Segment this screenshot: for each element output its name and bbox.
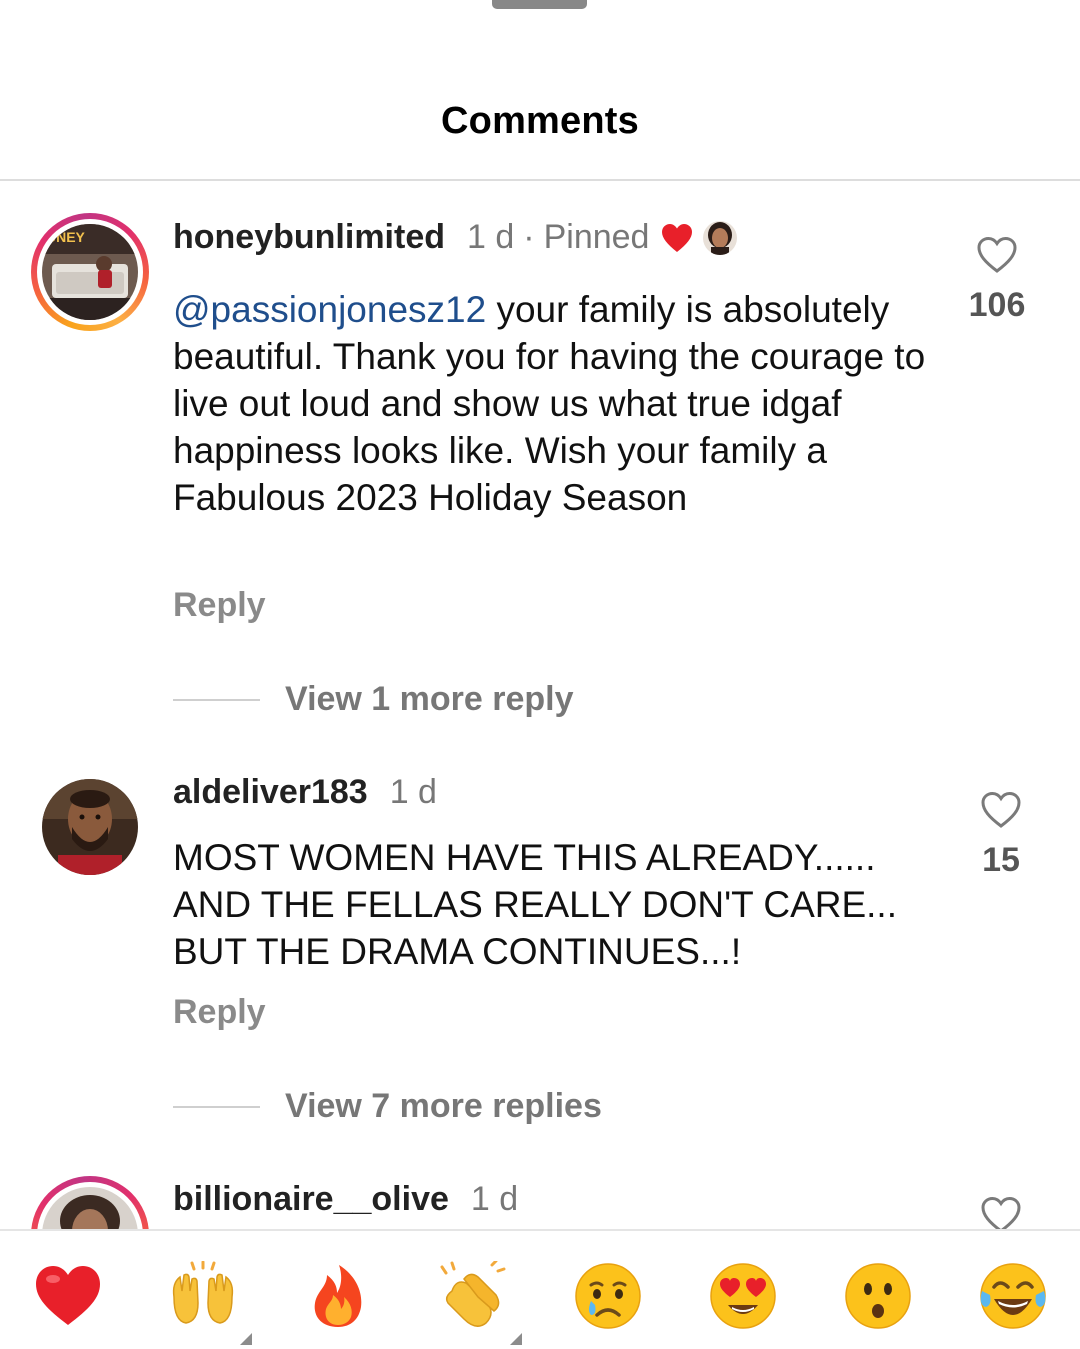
pinned-label: Pinned [543, 218, 650, 256]
comment-time: 1 d [470, 1180, 519, 1218]
comment-meta: honeybunlimited 1 d · Pinned [173, 218, 738, 257]
like-control: 106 [952, 236, 1042, 325]
like-count: 15 [982, 841, 1020, 879]
comment-time: 1 d [467, 218, 515, 256]
comment-meta: aldeliver183 1 d [173, 773, 437, 812]
sheet-title: Comments [441, 100, 639, 142]
comment-username[interactable]: aldeliver183 [173, 773, 368, 812]
drag-handle[interactable] [492, 0, 587, 9]
like-control: 15 [956, 791, 1046, 880]
meta-separator: · [523, 218, 535, 256]
avatar-photo-icon: UNEY [42, 224, 138, 320]
heart-emoji[interactable] [33, 1261, 103, 1331]
replies-line [173, 698, 260, 701]
more-variants-indicator [240, 1333, 252, 1345]
comment-time: 1 d [389, 773, 437, 811]
svg-text:UNEY: UNEY [46, 229, 86, 245]
comment-line: MOST WOMEN HAVE THIS ALREADY...... [173, 837, 876, 878]
creator-avatar [703, 220, 738, 255]
crying-face-emoji[interactable] [573, 1261, 643, 1331]
creator-liked-heart-icon [662, 223, 693, 252]
comment-meta: billionaire__olive 1 d [173, 1180, 518, 1219]
surprised-face-emoji[interactable] [843, 1261, 913, 1331]
comment-username[interactable]: billionaire__olive [173, 1180, 449, 1219]
view-more-label: View 7 more replies [285, 1087, 602, 1125]
avatar-image: UNEY [42, 224, 138, 320]
header-divider [0, 179, 1080, 181]
comment-text: @passionjonesz12 your family is absolute… [173, 286, 933, 521]
comment-line: BUT THE DRAMA CONTINUES...! [173, 931, 742, 972]
comments-sheet: Comments UNEY honeybunlimited 1 d · Pinn… [0, 0, 1080, 1349]
raising-hands-emoji[interactable] [168, 1261, 252, 1345]
tears-of-joy-emoji[interactable] [978, 1261, 1048, 1331]
reply-button[interactable]: Reply [173, 586, 266, 625]
view-more-replies[interactable]: View 7 more replies [173, 1087, 602, 1126]
comment-username[interactable]: honeybunlimited [173, 218, 445, 257]
like-count: 106 [968, 286, 1026, 324]
heart-outline-icon[interactable] [980, 791, 1022, 829]
comment-line: AND THE FELLAS REALLY DON'T CARE... [173, 884, 897, 925]
avatar[interactable] [42, 779, 138, 875]
more-variants-indicator [510, 1333, 522, 1345]
mention-link[interactable]: @passionjonesz12 [173, 289, 486, 330]
fire-emoji[interactable] [303, 1261, 373, 1331]
view-more-label: View 1 more reply [285, 680, 574, 718]
heart-outline-icon[interactable] [976, 236, 1018, 274]
clapping-hands-emoji[interactable] [438, 1261, 522, 1345]
view-more-replies[interactable]: View 1 more reply [173, 680, 574, 719]
avatar-photo-icon [42, 779, 138, 875]
avatar[interactable]: UNEY [31, 213, 149, 331]
heart-eyes-emoji[interactable] [708, 1261, 778, 1331]
replies-line [173, 1105, 260, 1108]
comment-text: MOST WOMEN HAVE THIS ALREADY...... AND T… [173, 834, 933, 975]
reply-button[interactable]: Reply [173, 993, 266, 1032]
emoji-reaction-bar [0, 1229, 1080, 1349]
